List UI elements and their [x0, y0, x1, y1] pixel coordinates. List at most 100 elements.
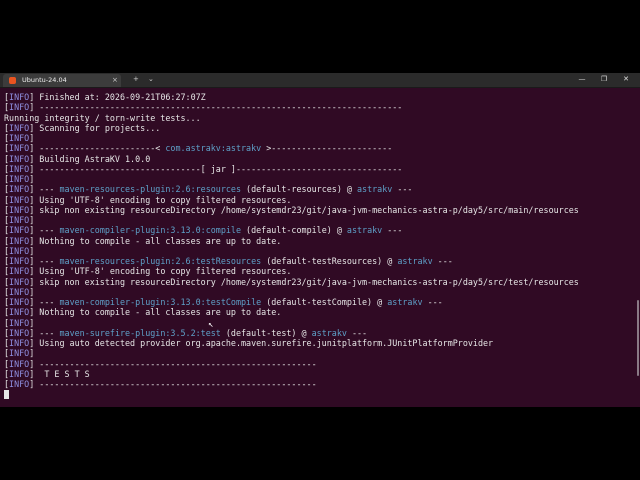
new-tab-icon[interactable]: + — [133, 73, 139, 86]
terminal-line: [INFO] Scanning for projects... — [4, 123, 632, 133]
maximize-icon[interactable]: ❐ — [598, 73, 610, 86]
line-text: ] Building AstraKV 1.0.0 — [29, 153, 151, 164]
line-text: astrakv — [311, 327, 347, 338]
line-text: --- — [382, 225, 403, 236]
line-text: maven-resources-plugin:2.6:resources — [59, 184, 242, 195]
text-cursor — [4, 390, 9, 400]
terminal-line: [INFO] --- maven-compiler-plugin:3.13.0:… — [4, 225, 632, 235]
terminal-line: [INFO] skip non existing resourceDirecto… — [4, 277, 632, 287]
line-text: --- — [346, 327, 368, 338]
log-level: INFO — [9, 174, 30, 184]
log-level: INFO — [9, 368, 30, 379]
log-level: INFO — [9, 204, 30, 215]
log-level: INFO — [9, 92, 30, 102]
line-text: maven-resources-plugin:2.6:testResources — [59, 256, 262, 266]
title-bar: Ubuntu-24.04 × + ⌄ — ❐ ✕ — [0, 73, 640, 88]
terminal-line: [INFO] — [4, 215, 632, 225]
terminal-line: [INFO] Nothing to compile - all classes … — [4, 236, 632, 246]
log-level: INFO — [9, 122, 30, 133]
line-text: --- — [422, 297, 443, 307]
dropdown-icon[interactable]: ⌄ — [148, 73, 154, 86]
line-text: (default-testCompile) @ — [261, 297, 388, 307]
line-text: astrakv — [397, 256, 433, 266]
line-text: astrakv — [387, 297, 423, 307]
line-text: ] T E S T S — [29, 368, 90, 379]
log-level: INFO — [9, 379, 30, 389]
line-text: (default-resources) @ — [241, 184, 357, 195]
line-text: ] Finished at: 2026-09-21T06:27:07Z — [29, 92, 206, 102]
log-level: INFO — [9, 215, 30, 225]
line-text: ] --- — [29, 256, 60, 266]
line-text: ] skip non existing resourceDirectory /h… — [29, 276, 579, 287]
line-text: (default-test) @ — [220, 327, 312, 338]
line-text: maven-compiler-plugin:3.13.0:testCompile — [59, 297, 262, 307]
terminal-line: [INFO] Using auto detected provider org.… — [4, 338, 632, 348]
tab-title: Ubuntu-24.04 — [22, 76, 67, 84]
line-text: ] — [29, 286, 35, 297]
line-text: maven-surefire-plugin:3.5.2:test — [59, 327, 221, 338]
log-level: INFO — [9, 327, 30, 338]
line-text: astrakv — [357, 184, 393, 195]
line-text: (default-testResources) @ — [261, 256, 398, 266]
log-level: INFO — [9, 133, 30, 143]
line-text: ] --------------------------------------… — [29, 102, 403, 113]
terminal-line: [INFO] Finished at: 2026-09-21T06:27:07Z — [4, 92, 632, 102]
log-level: INFO — [9, 348, 30, 359]
terminal-line: [INFO] ---------------------------------… — [4, 359, 632, 369]
line-text: ] Nothing to compile - all classes are u… — [29, 307, 282, 318]
terminal-line: [INFO] ---------------------------------… — [4, 379, 632, 389]
line-text: --- — [432, 256, 453, 266]
line-text: --- — [392, 184, 413, 195]
line-text: ] --- — [29, 225, 60, 236]
tab-close-icon[interactable]: × — [112, 74, 118, 86]
line-text: ] --- — [29, 327, 60, 338]
line-text: ] --------------------------------[ jar … — [29, 163, 403, 174]
line-text: ] skip non existing resourceDirectory /h… — [29, 204, 579, 215]
terminal-line: [INFO] — [4, 246, 632, 256]
log-level: INFO — [9, 102, 30, 113]
log-level: INFO — [9, 286, 30, 297]
log-level: INFO — [9, 245, 30, 256]
terminal-line: [INFO] — [4, 318, 632, 328]
line-text: ] --- — [29, 184, 60, 195]
terminal-line: [INFO] — [4, 348, 632, 358]
terminal-line: [INFO] — [4, 287, 632, 297]
line-text: Running integrity / torn-write tests... — [4, 112, 201, 123]
scrollbar[interactable] — [637, 300, 639, 376]
line-text: ] Nothing to compile - all classes are u… — [29, 235, 282, 246]
log-level: INFO — [9, 266, 30, 277]
line-text: ] Scanning for projects... — [29, 122, 161, 133]
line-text: ] — [29, 133, 35, 143]
line-text: ] — [29, 317, 35, 328]
line-text: ] Using 'UTF-8' encoding to copy filtere… — [29, 194, 292, 205]
log-level: INFO — [9, 163, 30, 174]
log-level: INFO — [9, 153, 30, 164]
terminal-line: [INFO] Using 'UTF-8' encoding to copy fi… — [4, 266, 632, 276]
terminal-line: Running integrity / torn-write tests... — [4, 113, 632, 123]
terminal-line: [INFO] --- maven-surefire-plugin:3.5.2:t… — [4, 328, 632, 338]
terminal-window: Ubuntu-24.04 × + ⌄ — ❐ ✕ [INFO] Finished… — [0, 73, 640, 407]
line-text: ] — [29, 348, 35, 359]
log-level: INFO — [9, 317, 30, 328]
terminal-line: [INFO] — [4, 133, 632, 143]
terminal-line: [INFO] --------------------------------[… — [4, 164, 632, 174]
terminal-line: [INFO] Using 'UTF-8' encoding to copy fi… — [4, 195, 632, 205]
terminal-line: [INFO] --- maven-resources-plugin:2.6:re… — [4, 184, 632, 194]
minimize-icon[interactable]: — — [576, 73, 588, 86]
log-level: INFO — [9, 297, 30, 307]
log-level: INFO — [9, 235, 30, 246]
line-text: ] — [29, 215, 35, 225]
terminal-line: [INFO] skip non existing resourceDirecto… — [4, 205, 632, 215]
terminal-output[interactable]: [INFO] Finished at: 2026-09-21T06:27:07Z… — [4, 92, 632, 404]
window-close-icon[interactable]: ✕ — [620, 73, 632, 86]
mouse-cursor-icon: ↖ — [208, 320, 214, 330]
log-level: INFO — [9, 194, 30, 205]
prompt-line — [4, 389, 632, 400]
tab-ubuntu[interactable]: Ubuntu-24.04 × — [3, 74, 121, 87]
ubuntu-icon — [9, 77, 16, 84]
terminal-line: [INFO] --- maven-resources-plugin:2.6:te… — [4, 256, 632, 266]
log-level: INFO — [9, 358, 30, 369]
line-text: >------------------------ — [261, 143, 393, 154]
line-text: ] — [29, 245, 35, 256]
line-text: ] --------------------------------------… — [29, 358, 317, 369]
